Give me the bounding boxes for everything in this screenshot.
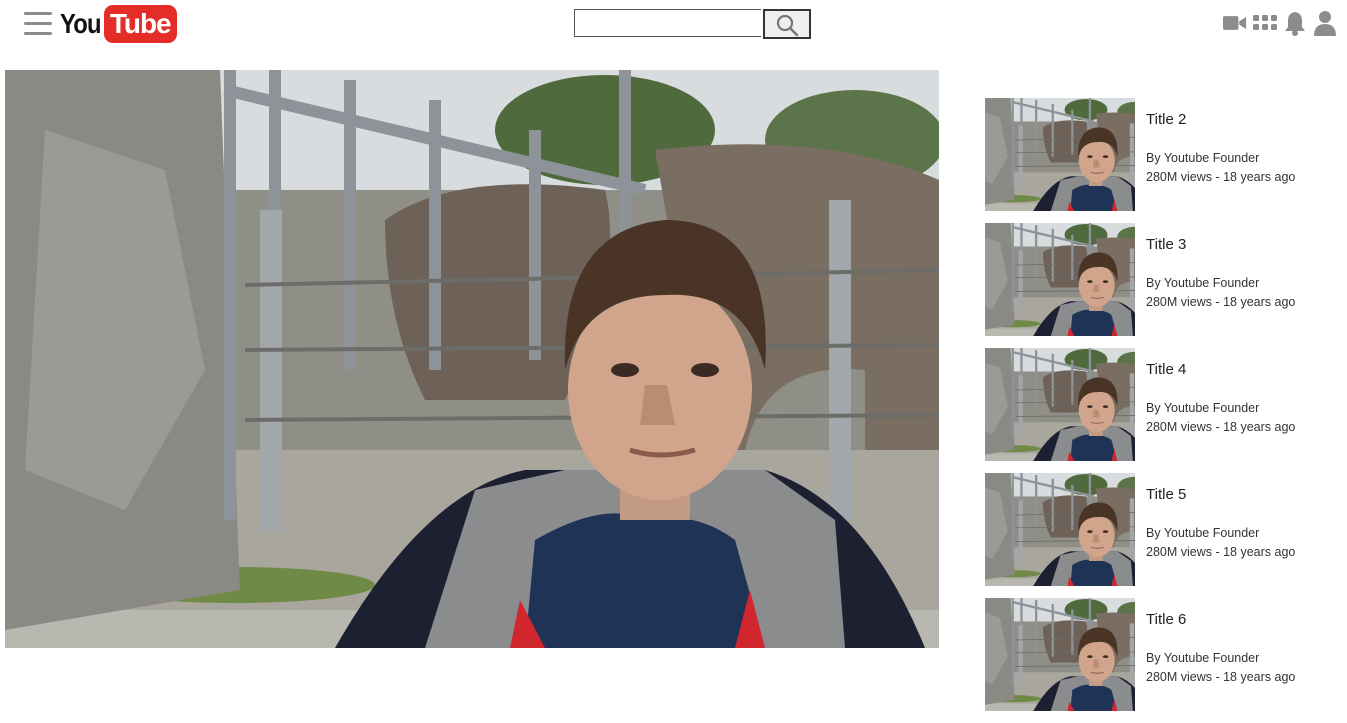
recommended-video[interactable]: Title 2 By Youtube Founder 280M views - … [985,98,1335,223]
video-channel: By Youtube Founder [1146,276,1260,290]
logo-you-text: You [60,8,101,39]
video-meta: 280M views - 18 years ago [1146,295,1296,309]
search-icon [776,14,799,37]
video-meta: 280M views - 18 years ago [1146,170,1296,184]
search-input[interactable] [574,9,761,37]
video-channel: By Youtube Founder [1146,526,1260,540]
youtube-logo[interactable]: You Tube [60,5,177,43]
video-meta: 280M views - 18 years ago [1146,545,1296,559]
video-title[interactable]: Title 2 [1146,111,1186,128]
user-icon[interactable] [1313,10,1337,36]
video-frame [5,70,939,648]
video-thumbnail[interactable] [985,473,1135,586]
video-meta: 280M views - 18 years ago [1146,420,1296,434]
video-thumbnail[interactable] [985,348,1135,461]
recommendations-sidebar: Title 2 By Youtube Founder 280M views - … [985,98,1335,723]
video-meta: 280M views - 18 years ago [1146,670,1296,684]
video-thumbnail[interactable] [985,223,1135,336]
video-channel: By Youtube Founder [1146,151,1260,165]
video-title[interactable]: Title 6 [1146,611,1186,628]
recommended-video[interactable]: Title 4 By Youtube Founder 280M views - … [985,348,1335,473]
recommended-video[interactable]: Title 5 By Youtube Founder 280M views - … [985,473,1335,598]
video-player[interactable] [5,70,939,648]
video-thumbnail[interactable] [985,98,1135,211]
video-camera-icon[interactable] [1223,10,1247,36]
recommended-video[interactable]: Title 3 By Youtube Founder 280M views - … [985,223,1335,348]
bell-icon[interactable] [1283,10,1307,36]
header-actions [1223,10,1337,36]
search-button[interactable] [763,9,811,39]
apps-grid-icon[interactable] [1253,10,1277,36]
recommended-video[interactable]: Title 6 By Youtube Founder 280M views - … [985,598,1335,723]
video-channel: By Youtube Founder [1146,401,1260,415]
video-title[interactable]: Title 4 [1146,361,1186,378]
logo-tube-text: Tube [103,5,177,43]
video-thumbnail[interactable] [985,598,1135,711]
video-title[interactable]: Title 3 [1146,236,1186,253]
video-channel: By Youtube Founder [1146,651,1260,665]
menu-icon[interactable] [24,12,52,38]
top-header: You Tube [0,0,1347,50]
video-title[interactable]: Title 5 [1146,486,1186,503]
